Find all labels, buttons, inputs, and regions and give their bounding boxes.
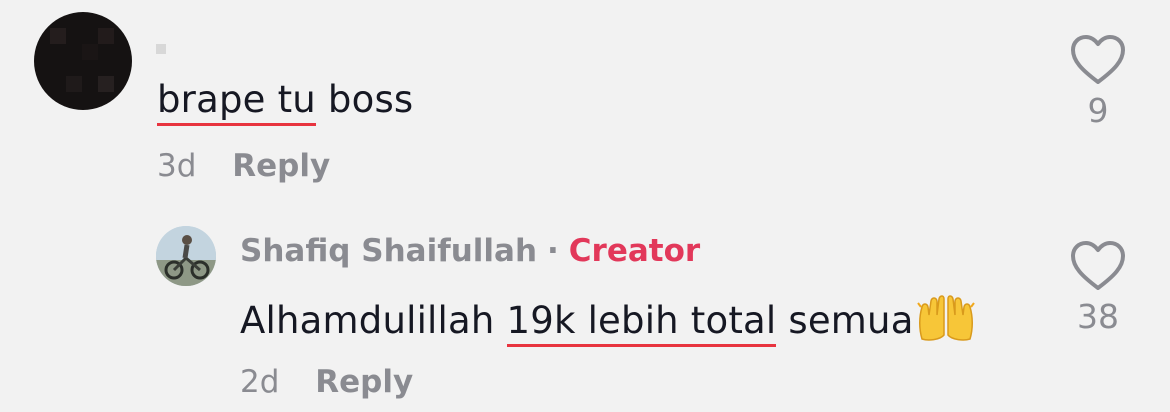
reply-header: Shafiq Shaifullah · Creator	[240, 232, 700, 270]
separator-dot: ·	[547, 233, 559, 269]
comment-meta: 3d Reply	[157, 148, 330, 184]
comment-text: brape tu boss	[157, 78, 414, 126]
like-count: 38	[1077, 297, 1119, 336]
comment-text-underlined: brape tu	[157, 78, 316, 126]
reply-author-name[interactable]: Shafiq Shaifullah	[240, 233, 537, 269]
like-count: 9	[1087, 91, 1109, 130]
heart-icon	[1058, 34, 1138, 86]
creator-avatar[interactable]	[156, 226, 216, 286]
reply-button[interactable]: Reply	[232, 148, 330, 184]
reply-text-after: semua	[776, 299, 914, 342]
comment-age: 3d	[157, 148, 197, 184]
comment-text-rest: boss	[315, 78, 414, 121]
heart-icon	[1058, 240, 1138, 292]
reply-text-underlined: 19k lebih total	[506, 299, 777, 347]
raising-hands-icon	[916, 295, 976, 351]
reply-text: Alhamdulillah 19k lebih total semua	[240, 295, 976, 351]
commenter-avatar[interactable]	[34, 12, 132, 110]
creator-badge: Creator	[568, 233, 701, 269]
reply-button[interactable]: Reply	[315, 364, 413, 400]
reply-text-before: Alhamdulillah	[240, 299, 507, 342]
reply-meta: 2d Reply	[240, 364, 413, 400]
redacted-username	[156, 44, 166, 54]
reply-age: 2d	[240, 364, 280, 400]
reply-like-button[interactable]: 38	[1058, 240, 1138, 336]
like-button[interactable]: 9	[1058, 34, 1138, 130]
